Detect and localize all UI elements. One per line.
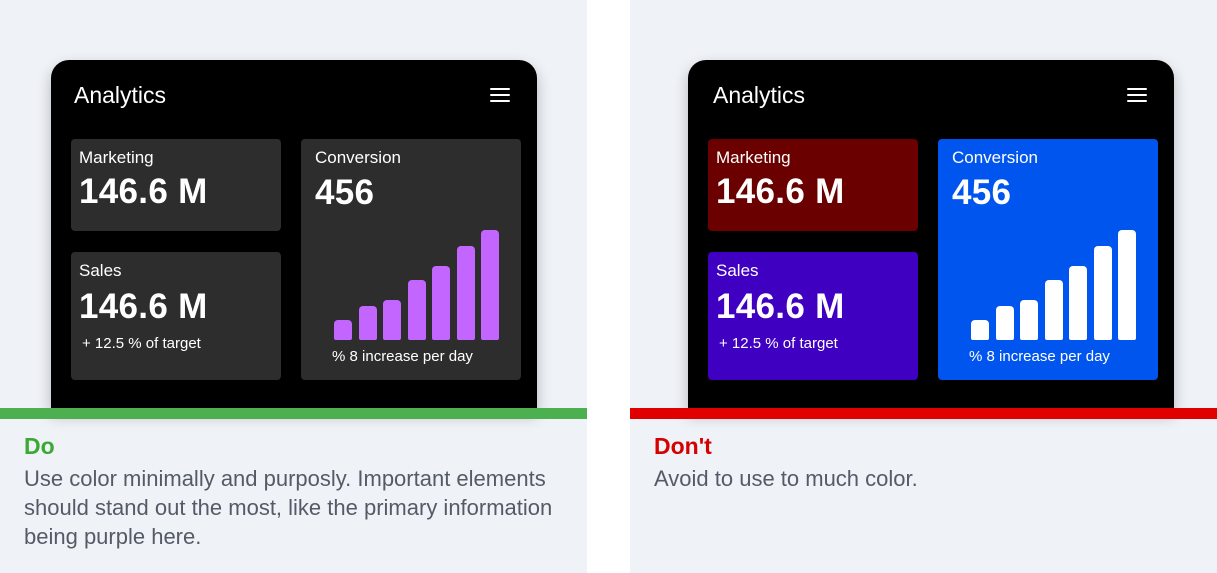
conversion-sparkbar-chart bbox=[971, 225, 1136, 340]
conversion-card: Conversion 456 % 8 increase per day bbox=[938, 139, 1158, 380]
marketing-label: Marketing bbox=[79, 148, 154, 167]
spark-bar bbox=[456, 246, 475, 340]
spark-bar bbox=[383, 300, 401, 340]
conversion-value: 456 bbox=[315, 173, 375, 212]
analytics-app-mockup: Analytics Marketing 146.6 M Sales 146.6 … bbox=[688, 60, 1174, 410]
sales-card: Sales 146.6 M + 12.5 % of target bbox=[71, 252, 281, 380]
spark-bar bbox=[432, 266, 450, 340]
conversion-sparkbar-chart bbox=[334, 225, 499, 340]
marketing-value: 146.6 M bbox=[716, 172, 845, 211]
analytics-app-mockup: Analytics Marketing 146.6 M Sales 146.6 … bbox=[51, 60, 537, 410]
app-title: Analytics bbox=[713, 82, 806, 108]
marketing-value: 146.6 M bbox=[79, 172, 208, 211]
hamburger-menu-icon[interactable] bbox=[490, 88, 510, 102]
sales-label: Sales bbox=[79, 261, 122, 280]
spark-bar bbox=[334, 320, 352, 340]
do-heading: Do bbox=[24, 433, 55, 459]
spark-bar bbox=[1044, 280, 1063, 340]
spark-bar bbox=[1118, 230, 1136, 340]
conversion-increase-note: % 8 increase per day bbox=[969, 348, 1110, 365]
do-indicator-strip bbox=[0, 408, 587, 419]
spark-bar bbox=[358, 306, 377, 340]
spark-bar bbox=[481, 230, 499, 340]
sales-value: 146.6 M bbox=[79, 287, 208, 326]
spark-bar bbox=[407, 280, 426, 340]
marketing-card: Marketing 146.6 M bbox=[708, 139, 918, 231]
app-title: Analytics bbox=[74, 82, 167, 108]
spark-bar bbox=[1020, 300, 1038, 340]
sales-value: 146.6 M bbox=[716, 287, 845, 326]
sales-target-note: + 12.5 % of target bbox=[82, 335, 201, 352]
conversion-label: Conversion bbox=[952, 148, 1038, 167]
spark-bar bbox=[1069, 266, 1087, 340]
conversion-value: 456 bbox=[952, 173, 1012, 212]
conversion-label: Conversion bbox=[315, 148, 401, 167]
spark-bar bbox=[995, 306, 1014, 340]
sales-label: Sales bbox=[716, 261, 759, 280]
spark-bar bbox=[1093, 246, 1112, 340]
do-example-panel: Analytics Marketing 146.6 M Sales 146.6 … bbox=[0, 0, 587, 573]
conversion-increase-note: % 8 increase per day bbox=[332, 348, 473, 365]
sales-card: Sales 146.6 M + 12.5 % of target bbox=[708, 252, 918, 380]
sales-target-note: + 12.5 % of target bbox=[719, 335, 838, 352]
do-guideline-text: Use color minimally and purposly. Import… bbox=[24, 466, 553, 549]
dont-guideline-text: Avoid to use to much color. bbox=[654, 466, 918, 491]
spark-bar bbox=[971, 320, 989, 340]
marketing-label: Marketing bbox=[716, 148, 791, 167]
dont-example-panel: Analytics Marketing 146.6 M Sales 146.6 … bbox=[630, 0, 1217, 573]
dont-indicator-strip bbox=[630, 408, 1217, 419]
conversion-card: Conversion 456 % 8 increase per day bbox=[301, 139, 521, 380]
dont-heading: Don't bbox=[654, 433, 712, 459]
hamburger-menu-icon[interactable] bbox=[1127, 88, 1147, 102]
marketing-card: Marketing 146.6 M bbox=[71, 139, 281, 231]
